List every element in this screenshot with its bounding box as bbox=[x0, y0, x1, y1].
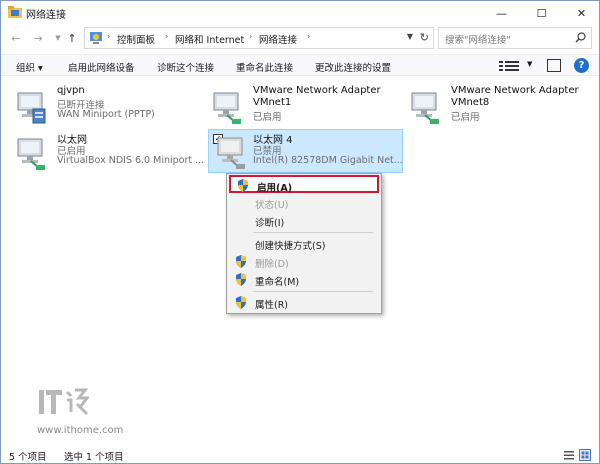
network-adapter-icon bbox=[213, 92, 241, 124]
menu-label: 诊断(I) bbox=[255, 218, 285, 229]
search-input[interactable]: 搜索"网络连接" bbox=[438, 27, 592, 49]
menu-label: 状态(U) bbox=[255, 200, 289, 211]
menu-item-status[interactable]: 状态(U) bbox=[229, 194, 379, 212]
breadcrumb-network-connections[interactable]: 网络连接 bbox=[259, 32, 297, 46]
connection-name-line1: VMware Network Adapter bbox=[253, 85, 381, 96]
connection-item-vmnet8[interactable]: VMware Network Adapter VMnet8 已启用 bbox=[409, 85, 589, 131]
search-icon[interactable] bbox=[575, 32, 586, 43]
connection-device: Intel(R) 82578DM Gigabit Net... bbox=[253, 155, 403, 166]
disabled-network-adapter-icon bbox=[217, 137, 245, 169]
control-panel-icon bbox=[90, 32, 102, 44]
breadcrumb-separator[interactable]: › bbox=[107, 32, 110, 41]
close-button[interactable]: ✕ bbox=[559, 1, 600, 25]
connection-device: VirtualBox NDIS 6.0 Miniport ... bbox=[57, 155, 205, 166]
connection-name-line1: VMware Network Adapter bbox=[451, 85, 579, 96]
connection-item-ethernet-4[interactable]: ✓ 以太网 4 已禁用 Intel(R) 82578DM Gigabit Net… bbox=[208, 129, 403, 173]
vpn-connection-icon bbox=[17, 92, 46, 124]
forward-arrow-icon[interactable]: → bbox=[31, 31, 45, 45]
enable-device-button[interactable]: 启用此网络设备 bbox=[68, 60, 135, 74]
breadcrumb-control-panel[interactable]: 控制面板 bbox=[117, 32, 155, 46]
uac-shield-icon bbox=[236, 255, 246, 268]
menu-separator bbox=[253, 232, 373, 233]
up-arrow-icon[interactable]: ↑ bbox=[65, 31, 79, 45]
ithome-logo bbox=[39, 388, 89, 416]
connection-item-qjvpn[interactable]: qjvpn 已断开连接 WAN Miniport (PPTP) bbox=[15, 85, 195, 131]
connection-device: WAN Miniport (PPTP) bbox=[57, 109, 155, 120]
menu-separator bbox=[253, 291, 373, 292]
context-menu: 启用(A) 状态(U) 诊断(I) 创建快捷方式(S) 删除(D) 重命名(M)… bbox=[226, 173, 382, 314]
status-bar: 5 个项目 选中 1 个项目 bbox=[1, 447, 599, 464]
menu-label: 启用(A) bbox=[257, 183, 293, 194]
refresh-icon[interactable]: ↻ bbox=[420, 31, 429, 44]
title-bar: 网络连接 — ☐ ✕ bbox=[1, 1, 599, 25]
large-icons-view-icon[interactable] bbox=[579, 449, 591, 461]
menu-label: 创建快捷方式(S) bbox=[255, 241, 326, 252]
details-view-icon[interactable] bbox=[563, 449, 575, 461]
connection-name: qjvpn bbox=[57, 85, 85, 96]
breadcrumb-separator[interactable]: › bbox=[165, 32, 168, 41]
connection-name-line2: VMnet1 bbox=[253, 97, 292, 108]
menu-item-create-shortcut[interactable]: 创建快捷方式(S) bbox=[229, 235, 379, 253]
help-button[interactable]: ? bbox=[574, 58, 589, 73]
network-adapter-icon bbox=[411, 92, 439, 124]
change-settings-button[interactable]: 更改此连接的设置 bbox=[315, 60, 391, 74]
address-bar[interactable]: › 控制面板 › 网络和 Internet › 网络连接 › ▼ ↻ bbox=[84, 27, 434, 49]
rename-connection-button[interactable]: 重命名此连接 bbox=[236, 60, 293, 74]
command-bar: 组织 ▾ 启用此网络设备 诊断这个连接 重命名此连接 更改此连接的设置 ▼ ? bbox=[1, 54, 599, 76]
back-arrow-icon[interactable]: ← bbox=[9, 31, 23, 45]
menu-item-properties[interactable]: 属性(R) bbox=[229, 294, 379, 312]
view-options-chevron-icon[interactable]: ▼ bbox=[527, 60, 532, 68]
uac-shield-icon bbox=[236, 296, 246, 309]
breadcrumb-separator[interactable]: › bbox=[307, 32, 310, 41]
recent-locations-chevron-icon[interactable]: ▼ bbox=[51, 31, 65, 45]
menu-label: 重命名(M) bbox=[255, 277, 300, 288]
diagnose-connection-button[interactable]: 诊断这个连接 bbox=[157, 60, 214, 74]
address-dropdown-icon[interactable]: ▼ bbox=[407, 32, 413, 41]
connection-status: 已启用 bbox=[451, 112, 480, 123]
breadcrumb-network-internet[interactable]: 网络和 Internet bbox=[175, 32, 244, 46]
connection-name-line2: VMnet8 bbox=[451, 97, 490, 108]
address-row: ← → ▼ ↑ › 控制面板 › 网络和 Internet › 网络连接 › ▼… bbox=[1, 25, 599, 53]
network-folder-icon bbox=[8, 6, 22, 18]
connection-status: 已启用 bbox=[253, 112, 282, 123]
menu-label: 删除(D) bbox=[255, 259, 289, 270]
menu-item-delete[interactable]: 删除(D) bbox=[229, 253, 379, 271]
menu-label: 属性(R) bbox=[255, 300, 289, 311]
window-title: 网络连接 bbox=[26, 10, 66, 21]
menu-item-enable[interactable]: 启用(A) bbox=[229, 175, 379, 194]
maximize-button[interactable]: ☐ bbox=[519, 1, 564, 25]
uac-shield-icon bbox=[236, 273, 246, 286]
uac-shield-icon bbox=[238, 179, 248, 192]
connection-item-vmnet1[interactable]: VMware Network Adapter VMnet1 已启用 bbox=[211, 85, 391, 131]
minimize-button[interactable]: — bbox=[479, 1, 524, 25]
organize-menu-button[interactable]: 组织 ▾ bbox=[16, 60, 43, 74]
search-placeholder: 搜索"网络连接" bbox=[445, 35, 511, 46]
menu-item-rename[interactable]: 重命名(M) bbox=[229, 271, 379, 289]
item-count: 5 个项目 bbox=[9, 452, 47, 463]
breadcrumb-separator[interactable]: › bbox=[249, 32, 252, 41]
connection-item-ethernet[interactable]: 以太网 已启用 VirtualBox NDIS 6.0 Miniport ... bbox=[15, 131, 205, 177]
menu-item-diagnose[interactable]: 诊断(I) bbox=[229, 212, 379, 230]
preview-pane-icon[interactable] bbox=[547, 59, 561, 72]
selected-count: 选中 1 个项目 bbox=[64, 452, 124, 463]
network-adapter-icon bbox=[17, 138, 45, 170]
view-options-icon[interactable] bbox=[498, 59, 524, 73]
watermark-url: www.ithome.com bbox=[37, 425, 124, 436]
explorer-window: 网络连接 — ☐ ✕ ← → ▼ ↑ › 控制面板 › 网络和 Internet… bbox=[0, 0, 600, 464]
